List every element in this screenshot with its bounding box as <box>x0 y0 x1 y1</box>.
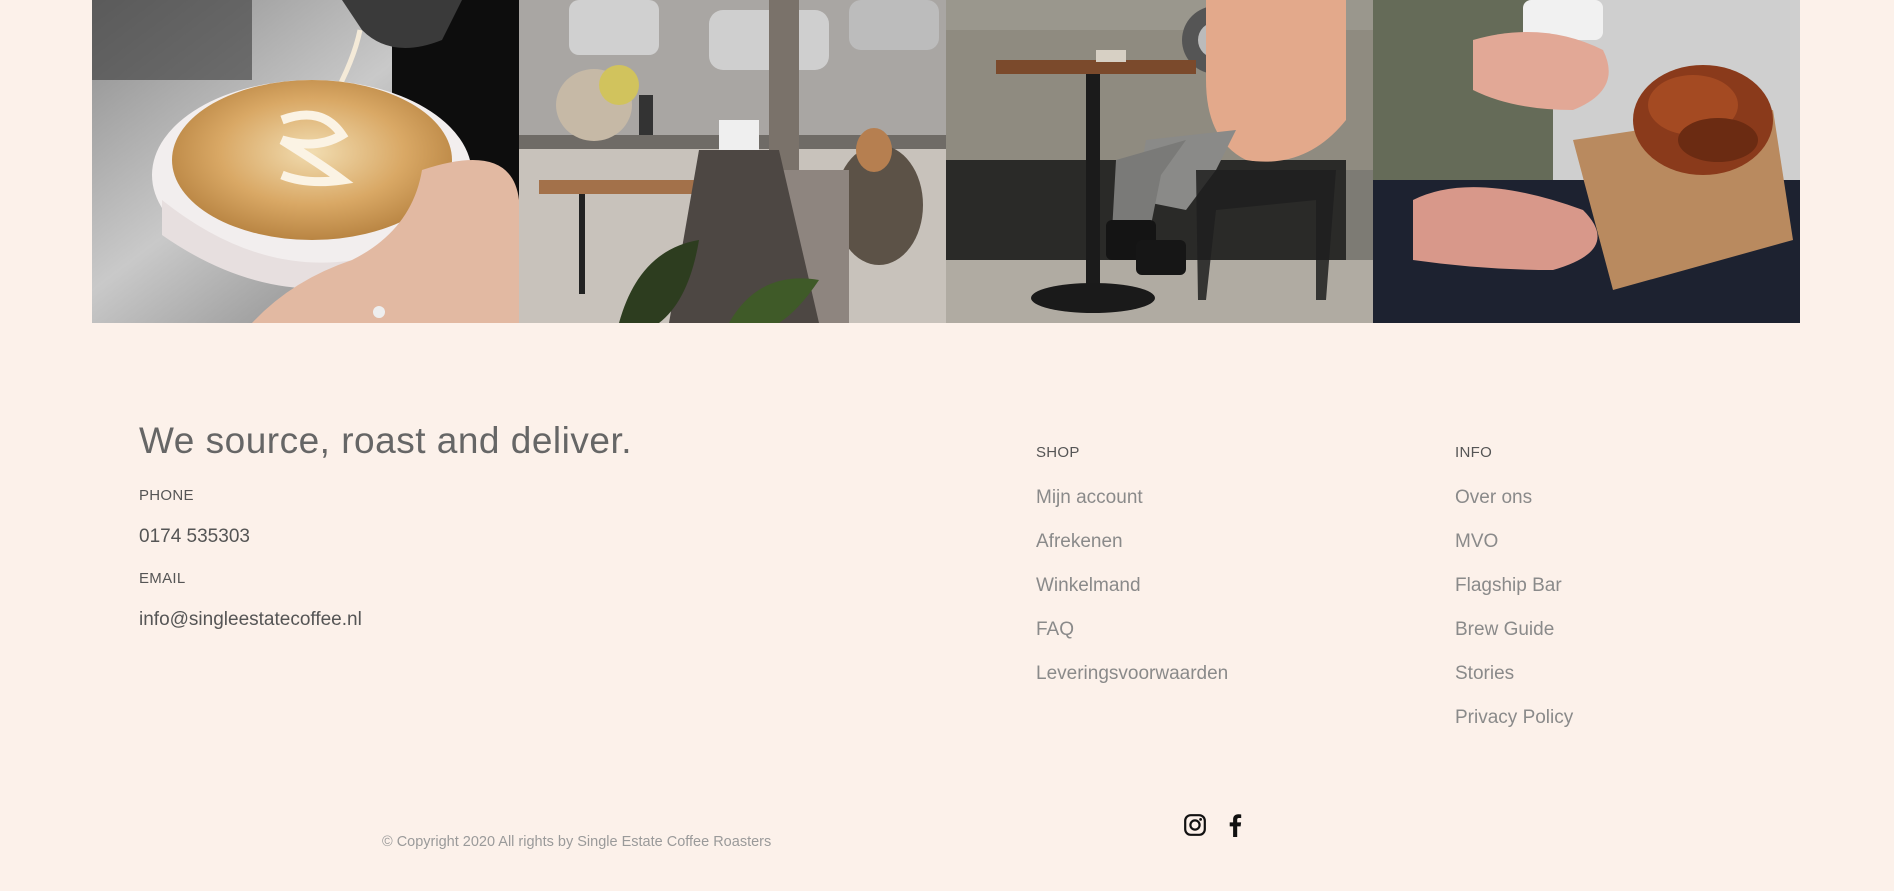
list-item: Over ons <box>1455 487 1573 531</box>
shop-heading: SHOP <box>1036 444 1080 461</box>
list-item: Mijn account <box>1036 487 1228 531</box>
list-item: FAQ <box>1036 619 1228 663</box>
list-item: Privacy Policy <box>1455 707 1573 751</box>
phone-link[interactable]: 0174 535303 <box>139 526 250 548</box>
email-label: EMAIL <box>139 570 186 587</box>
info-link-privacy-policy[interactable]: Privacy Policy <box>1455 707 1573 728</box>
facebook-link[interactable] <box>1225 813 1245 837</box>
list-item: MVO <box>1455 531 1573 575</box>
info-link-mvo[interactable]: MVO <box>1455 531 1498 552</box>
shop-link-faq[interactable]: FAQ <box>1036 619 1074 640</box>
list-item: Winkelmand <box>1036 575 1228 619</box>
list-item: Flagship Bar <box>1455 575 1573 619</box>
copyright-text: © Copyright 2020 All rights by Single Es… <box>382 834 772 850</box>
shop-link-winkelmand[interactable]: Winkelmand <box>1036 575 1141 596</box>
info-link-stories[interactable]: Stories <box>1455 663 1514 684</box>
list-item: Afrekenen <box>1036 531 1228 575</box>
email-link[interactable]: info@singleestatecoffee.nl <box>139 609 362 631</box>
facebook-icon <box>1229 814 1242 837</box>
instagram-icon <box>1184 814 1206 836</box>
info-link-list: Over ons MVO Flagship Bar Brew Guide Sto… <box>1455 487 1573 751</box>
footer-tagline: We source, roast and deliver. <box>139 420 633 461</box>
info-link-over-ons[interactable]: Over ons <box>1455 487 1532 508</box>
info-column: INFO Over ons MVO Flagship Bar Brew Guid… <box>1455 444 1573 751</box>
woman-seated-photo <box>946 0 1373 323</box>
latte-art-photo <box>92 0 519 323</box>
shop-link-list: Mijn account Afrekenen Winkelmand FAQ Le… <box>1036 487 1228 707</box>
info-link-brew-guide[interactable]: Brew Guide <box>1455 619 1554 640</box>
shop-column: SHOP Mijn account Afrekenen Winkelmand F… <box>1036 444 1228 707</box>
phone-label: PHONE <box>139 487 194 504</box>
shop-link-mijn-account[interactable]: Mijn account <box>1036 487 1143 508</box>
list-item: Stories <box>1455 663 1573 707</box>
instagram-link[interactable] <box>1183 813 1207 837</box>
list-item: Leveringsvoorwaarden <box>1036 663 1228 707</box>
croissant-coffee-photo <box>1373 0 1800 323</box>
photo-gallery <box>92 0 1801 323</box>
cafe-interior-photo <box>519 0 946 323</box>
shop-link-leveringsvoorwaarden[interactable]: Leveringsvoorwaarden <box>1036 663 1228 684</box>
social-links <box>1183 813 1245 837</box>
info-link-flagship-bar[interactable]: Flagship Bar <box>1455 575 1562 596</box>
list-item: Brew Guide <box>1455 619 1573 663</box>
info-heading: INFO <box>1455 444 1493 461</box>
shop-link-afrekenen[interactable]: Afrekenen <box>1036 531 1123 552</box>
